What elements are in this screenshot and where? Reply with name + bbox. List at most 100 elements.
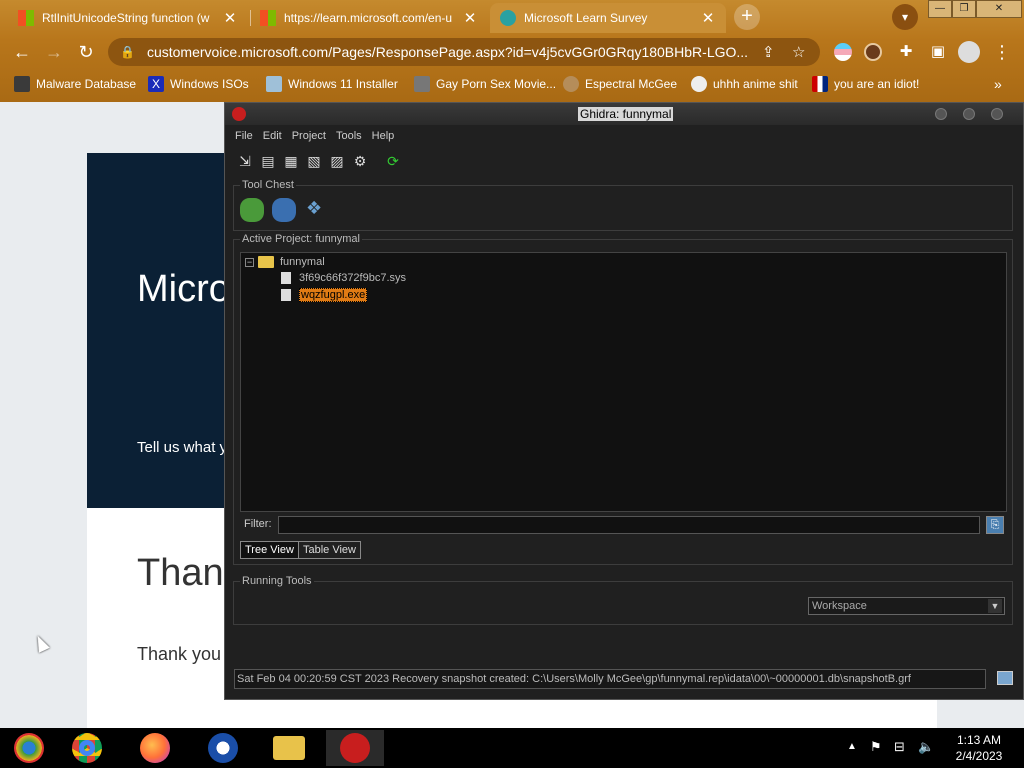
bookmark-star-icon[interactable]: ☆ bbox=[792, 43, 805, 61]
bookmarks-overflow-button[interactable]: » bbox=[994, 76, 1002, 92]
system-clock[interactable]: 1:13 AM 2/4/2023 bbox=[946, 732, 1012, 764]
taskbar-campaign-app[interactable] bbox=[194, 730, 252, 766]
close-icon[interactable]: ✕ bbox=[222, 9, 238, 27]
ghidra-toolbar: ⇲ ▤ ▦ ▧ ▨ ⚙ ⟳ bbox=[235, 151, 406, 171]
tab-table-view[interactable]: Table View bbox=[298, 541, 361, 559]
ghidra-titlebar[interactable]: Ghidra: funnymal bbox=[225, 103, 1023, 125]
project-tree[interactable]: − funnymal 3f69c66f372f9bc7.sys wqzfugpl… bbox=[240, 252, 1007, 512]
x-logo-icon: X bbox=[148, 76, 164, 92]
bookmark-label: uhhh anime shit bbox=[713, 77, 798, 91]
bookmark-windows-isos[interactable]: X Windows ISOs bbox=[148, 76, 249, 92]
maximize-button[interactable] bbox=[963, 108, 975, 120]
chevron-down-icon: ▼ bbox=[988, 599, 1002, 613]
bookmark-movie[interactable]: Gay Porn Sex Movie... bbox=[414, 76, 556, 92]
start-button[interactable] bbox=[0, 730, 58, 766]
tree-file-sys[interactable]: 3f69c66f372f9bc7.sys bbox=[281, 272, 406, 284]
close-window-button[interactable]: ✕ bbox=[976, 0, 1022, 18]
folder-icon bbox=[273, 736, 305, 760]
close-icon[interactable]: ✕ bbox=[462, 9, 478, 27]
menu-tools[interactable]: Tools bbox=[336, 127, 362, 145]
reload-icon[interactable]: ↻ bbox=[74, 40, 98, 64]
clock-date: 2/4/2023 bbox=[955, 749, 1003, 763]
tab-label: Microsoft Learn Survey bbox=[524, 11, 648, 25]
close-project-icon[interactable]: ▨ bbox=[327, 151, 347, 171]
menu-project[interactable]: Project bbox=[292, 127, 326, 145]
site-icon bbox=[414, 76, 430, 92]
show-hidden-icons-icon[interactable]: ▲ bbox=[847, 741, 857, 752]
taskbar-file-explorer[interactable] bbox=[260, 730, 318, 766]
bookmark-malware-database[interactable]: Malware Database bbox=[14, 76, 136, 92]
version-tracking-footprints-icon[interactable]: ❖ bbox=[306, 198, 322, 222]
ghidra-dragon-icon bbox=[232, 107, 246, 121]
filter-input[interactable] bbox=[278, 516, 980, 534]
browser-toolbar: ← → ↻ 🔒 customervoice.microsoft.com/Page… bbox=[0, 34, 1024, 70]
ghidra-dragon-icon bbox=[340, 733, 370, 763]
tree-file-exe[interactable]: wqzfugpl.exe bbox=[281, 288, 368, 302]
filter-options-icon[interactable]: ⎘ bbox=[986, 516, 1004, 534]
url-text[interactable]: customervoice.microsoft.com/Pages/Respon… bbox=[147, 44, 747, 60]
new-project-icon[interactable]: ▦ bbox=[281, 151, 301, 171]
browser-chrome: RtlInitUnicodeString function (w ✕ https… bbox=[0, 0, 1024, 102]
tab-tree-view[interactable]: Tree View bbox=[240, 541, 299, 559]
debugger-dragon-icon[interactable] bbox=[272, 198, 296, 222]
maximize-button[interactable]: ❐ bbox=[952, 0, 976, 18]
menu-help[interactable]: Help bbox=[372, 127, 395, 145]
filter-label: Filter: bbox=[244, 518, 272, 530]
code-browser-dragon-icon[interactable] bbox=[240, 198, 264, 222]
forward-icon[interactable]: → bbox=[42, 40, 66, 64]
taskbar-chrome[interactable] bbox=[58, 730, 116, 766]
new-tab-button[interactable]: + bbox=[734, 4, 760, 30]
tree-root-funnymal[interactable]: − funnymal bbox=[245, 256, 325, 268]
close-icon[interactable]: ✕ bbox=[700, 9, 716, 27]
status-bar: Sat Feb 04 00:20:59 CST 2023 Recovery sn… bbox=[234, 669, 986, 689]
console-icon[interactable] bbox=[997, 671, 1013, 685]
survey-hero: Microsoft Learn Survey Tell us what you … bbox=[87, 153, 227, 508]
file-icon bbox=[281, 272, 291, 284]
tab-microsoft-learn-survey[interactable]: Microsoft Learn Survey ✕ bbox=[490, 3, 726, 33]
close-button[interactable] bbox=[991, 108, 1003, 120]
avatar-extension-icon[interactable] bbox=[864, 43, 882, 61]
tree-root-label: funnymal bbox=[280, 256, 325, 268]
menu-kebab-icon[interactable]: ⋮ bbox=[990, 40, 1014, 64]
taskbar-firefox[interactable] bbox=[126, 730, 184, 766]
open-project-icon[interactable]: ▤ bbox=[258, 151, 278, 171]
tree-file-label: wqzfugpl.exe bbox=[299, 288, 368, 302]
round-logo-icon bbox=[208, 733, 238, 763]
back-icon[interactable]: ← bbox=[10, 40, 34, 64]
minimize-button[interactable]: — bbox=[928, 0, 952, 18]
save-project-icon[interactable]: ▧ bbox=[304, 151, 324, 171]
ghidra-window: Ghidra: funnymal File Edit Project Tools… bbox=[224, 102, 1024, 700]
minimize-button[interactable] bbox=[935, 108, 947, 120]
action-center-flag-icon[interactable]: ⚑ bbox=[870, 739, 882, 755]
import-icon[interactable]: ⇲ bbox=[235, 151, 255, 171]
network-icon[interactable]: ⊟ bbox=[894, 739, 905, 755]
profile-avatar[interactable] bbox=[958, 41, 980, 63]
taskbar: ▲ ⚑ ⊟ 🔈 1:13 AM 2/4/2023 bbox=[0, 728, 1024, 768]
pride-flag-extension-icon[interactable] bbox=[834, 43, 852, 61]
menu-file[interactable]: File bbox=[235, 127, 253, 145]
volume-icon[interactable]: 🔈 bbox=[918, 739, 934, 755]
side-panel-icon[interactable]: ▣ bbox=[926, 40, 950, 64]
tab-label: https://learn.microsoft.com/en-u bbox=[284, 11, 453, 25]
archive-icon[interactable]: ⚙ bbox=[350, 151, 370, 171]
taskbar-ghidra[interactable] bbox=[326, 730, 384, 766]
tab-rtlinitunicodestring[interactable]: RtlInitUnicodeString function (w ✕ bbox=[8, 3, 248, 33]
tab-search-button[interactable]: ▾ bbox=[892, 4, 918, 30]
bookmark-anime[interactable]: uhhh anime shit bbox=[691, 76, 798, 92]
filter-bar: Filter: ⎘ bbox=[240, 515, 1007, 535]
menu-edit[interactable]: Edit bbox=[263, 127, 282, 145]
refresh-icon[interactable]: ⟳ bbox=[383, 151, 403, 171]
collapse-icon[interactable]: − bbox=[245, 257, 254, 267]
address-bar[interactable]: 🔒 customervoice.microsoft.com/Pages/Resp… bbox=[108, 38, 820, 66]
bookmark-espectral-mcgee[interactable]: Espectral McGee bbox=[563, 76, 677, 92]
extensions-puzzle-icon[interactable]: ✚ bbox=[894, 40, 918, 64]
tab-strip: RtlInitUnicodeString function (w ✕ https… bbox=[0, 0, 1024, 34]
bookmark-you-are-an-idiot[interactable]: you are an idiot! bbox=[812, 76, 919, 92]
bookmark-windows-11-installer[interactable]: Windows 11 Installer bbox=[266, 76, 398, 92]
thank-you-title: Thank you bbox=[137, 552, 227, 594]
tab-learn-microsoft[interactable]: https://learn.microsoft.com/en-u ✕ bbox=[250, 3, 488, 33]
workspace-select[interactable]: Workspace ▼ bbox=[808, 597, 1005, 615]
flag-icon bbox=[812, 76, 828, 92]
share-icon[interactable]: ⇪ bbox=[762, 43, 775, 61]
microsoft-icon bbox=[260, 10, 276, 26]
